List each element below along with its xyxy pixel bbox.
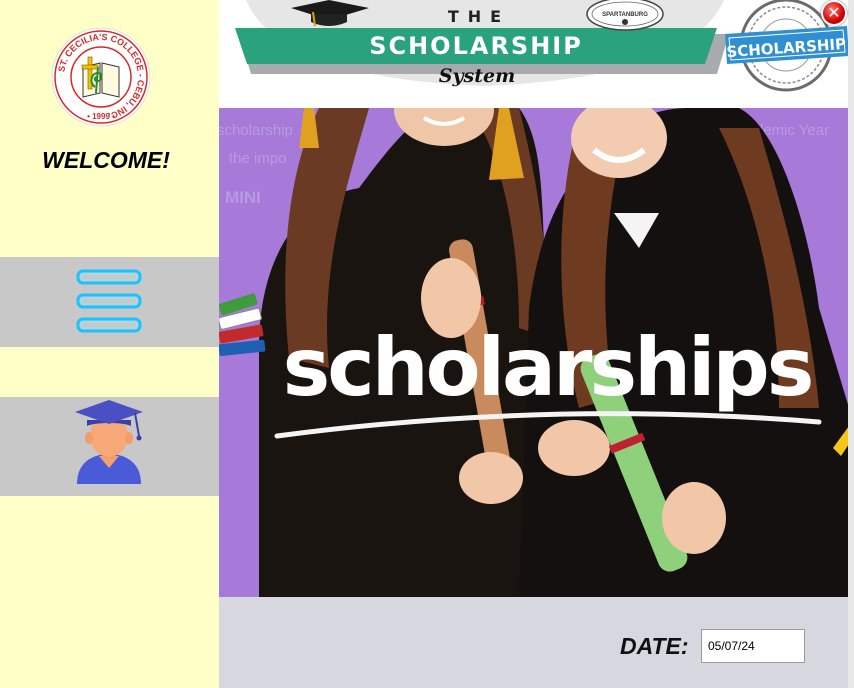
bg-text-3: MINI [225, 188, 261, 207]
graduate-student-icon [75, 400, 143, 484]
footer-bar: DATE: [219, 597, 854, 688]
sidebar: ST. CECILIA'S COLLEGE - CEBU, INC. • 199… [0, 0, 219, 688]
date-field[interactable] [701, 629, 805, 663]
menu-icon [76, 269, 142, 333]
close-button[interactable]: ✕ [821, 0, 847, 26]
hero-illustration: scholarship the impo MINI Academic Year [219, 108, 849, 597]
welcome-text: WELCOME! [42, 147, 170, 173]
main-area: THE SCHOLARSHIP System SPARTANBURG SCHOL… [219, 0, 854, 688]
badge-text: SPARTANBURG [602, 12, 648, 18]
banner-subtitle: System [439, 65, 515, 87]
window-edge [848, 0, 854, 688]
student-button[interactable] [0, 397, 219, 496]
banner-the: THE [448, 7, 510, 26]
college-logo: ST. CECILIA'S COLLEGE - CEBU, INC. • 199… [51, 27, 151, 127]
header-banner: THE SCHOLARSHIP System SPARTANBURG SCHOL… [219, 0, 849, 108]
hero-headline: scholarships [283, 321, 812, 414]
banner-title: SCHOLARSHIP [369, 32, 583, 60]
menu-button[interactable] [0, 257, 219, 347]
scholarship-system-logo: THE SCHOLARSHIP System SPARTANBURG SCHOL… [235, 0, 849, 92]
bg-text-2: the impo [229, 150, 287, 167]
logo-year: • 1999 • [87, 112, 115, 121]
hero-image: scholarship the impo MINI Academic Year [219, 108, 849, 597]
date-label: DATE: [620, 633, 689, 659]
bg-text-1: scholarship [219, 122, 293, 139]
